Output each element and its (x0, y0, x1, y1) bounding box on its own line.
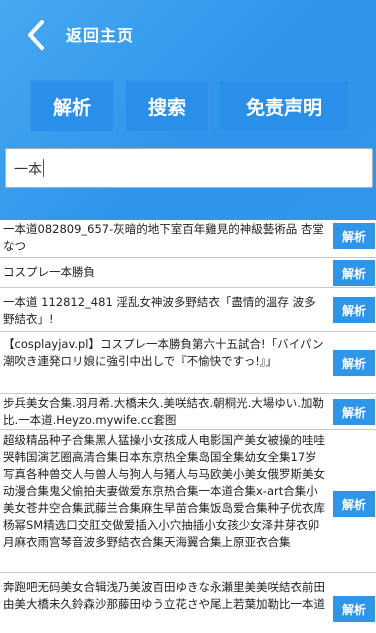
list-item-parse-button[interactable]: 解析 (333, 399, 375, 425)
list-item-title: 一本道082809_657-灰暗的地下室百年雞見的神級藝術品 杏堂なつ (3, 222, 324, 253)
list-item: 超级精品种子合集黑人猛操小女孩成人电影国产美女被操的哇哇哭韩国演艺圈高清合集日本… (0, 430, 376, 573)
back-to-home-title[interactable]: 返回主页 (66, 22, 134, 46)
list-item-title: 一本道 112812_481 淫乱女神波多野結衣「盡情的溫存 波多野結衣」! (3, 295, 316, 326)
list-item-parse-button[interactable]: 解析 (333, 297, 375, 323)
disclaimer-button[interactable]: 免责声明 (219, 80, 349, 132)
list-item-title: コスプレ一本勝負 (3, 265, 95, 279)
search-button[interactable]: 搜索 (125, 80, 209, 132)
list-item: 一本道082809_657-灰暗的地下室百年雞見的神級藝術品 杏堂なつ 解析 (0, 220, 376, 258)
list-item-parse-button[interactable]: 解析 (333, 596, 375, 622)
list-item-title: 【cosplayjav.pl】コスプレ一本勝負第六十五試合!「バイパン潮吹き連発… (3, 337, 324, 368)
list-item: 步兵美女合集.羽月希.大橋未久.美咲結衣.朝桐光.大場ゆい.加勒比.一本道.He… (0, 394, 376, 430)
list-item: コスプレ一本勝負 解析 (0, 258, 376, 288)
header: 返回主页 解析 搜索 免责声明 一本 (0, 0, 376, 220)
search-input-value: 一本 (14, 159, 44, 179)
list-item-parse-button[interactable]: 解析 (333, 350, 375, 376)
list-item-parse-button[interactable]: 解析 (333, 260, 375, 286)
list-item: 【cosplayjav.pl】コスプレ一本勝負第六十五試合!「バイパン潮吹き連発… (0, 332, 376, 394)
list-item-parse-button[interactable]: 解析 (333, 223, 375, 249)
back-icon[interactable] (22, 18, 52, 52)
search-input[interactable]: 一本 (5, 148, 373, 188)
list-item-title: 奔跑吧无码美女合辑浅乃美波百田ゆきな永瀬里美美咲結衣前田由美大橋未久鈴森沙那藤田… (3, 580, 325, 611)
list-item-title: 步兵美女合集.羽月希.大橋未久.美咲結衣.朝桐光.大場ゆい.加勒比.一本道.He… (3, 396, 324, 427)
list-item-title: 超级精品种子合集黑人猛操小女孩成人电影国产美女被操的哇哇哭韩国演艺圈高清合集日本… (3, 433, 325, 549)
list-item: 奔跑吧无码美女合辑浅乃美波百田ゆきな永瀬里美美咲結衣前田由美大橋未久鈴森沙那藤田… (0, 573, 376, 633)
list-item: 一本道 112812_481 淫乱女神波多野結衣「盡情的溫存 波多野結衣」! 解… (0, 288, 376, 332)
list-item-parse-button[interactable]: 解析 (333, 491, 375, 517)
parse-button[interactable]: 解析 (30, 80, 114, 132)
